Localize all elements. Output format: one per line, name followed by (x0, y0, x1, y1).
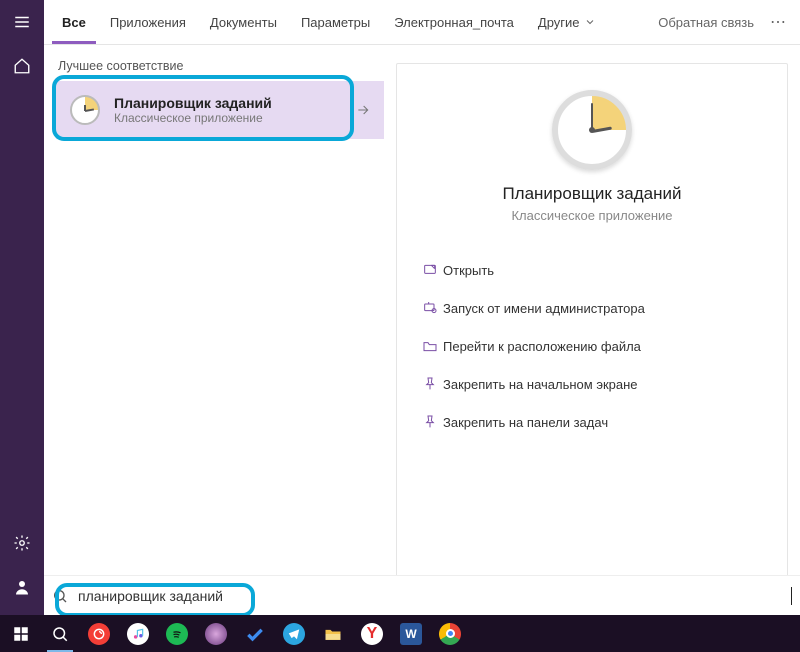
chrome-icon (439, 623, 461, 645)
yandex-icon: Y (361, 623, 383, 645)
taskbar-spotify[interactable] (158, 615, 196, 652)
text-caret (791, 587, 792, 605)
taskbar-word[interactable]: W (392, 615, 430, 652)
admin-icon (422, 300, 438, 316)
action-open[interactable]: Открыть (413, 253, 771, 287)
detail-card: Планировщик заданий Классическое приложе… (396, 63, 788, 603)
explorer-icon (322, 623, 344, 645)
start-icon (10, 623, 32, 645)
category-tabs: Все Приложения Документы Параметры Элект… (44, 0, 800, 44)
taskbar-search[interactable] (41, 615, 79, 652)
detail-title: Планировщик заданий (413, 184, 771, 204)
taskbar-chrome[interactable] (431, 615, 469, 652)
search-icon (52, 588, 68, 604)
more-menu-button[interactable]: ⋯ (764, 12, 792, 32)
action-pin-start[interactable]: Закрепить на начальном экране (413, 367, 771, 401)
profile-button[interactable] (0, 565, 44, 609)
detail-subtitle: Классическое приложение (413, 208, 771, 223)
home-icon (13, 57, 31, 75)
task-scheduler-large-icon (552, 90, 632, 170)
taskbar-telegram[interactable] (275, 615, 313, 652)
search-input[interactable]: планировщик заданий (78, 588, 793, 604)
arrow-right-icon (355, 102, 371, 118)
profile-icon (13, 578, 31, 596)
tab-apps[interactable]: Приложения (100, 0, 196, 44)
taskbar-itunes[interactable] (119, 615, 157, 652)
tab-settings[interactable]: Параметры (291, 0, 380, 44)
action-pin-start-label: Закрепить на начальном экране (443, 377, 638, 392)
action-open-location-label: Перейти к расположению файла (443, 339, 641, 354)
taskbar-yandex[interactable]: Y (353, 615, 391, 652)
search-bar[interactable]: планировщик заданий (44, 575, 800, 615)
pin-task-icon (422, 414, 438, 430)
settings-button[interactable] (0, 521, 44, 565)
tab-more-label: Другие (538, 15, 580, 30)
tab-documents[interactable]: Документы (200, 0, 287, 44)
todo-icon (244, 623, 266, 645)
open-icon (422, 262, 438, 278)
gear-icon (13, 534, 31, 552)
search-icon (49, 623, 71, 645)
taskbar-pocketcasts[interactable] (80, 615, 118, 652)
word-icon: W (400, 623, 422, 645)
chevron-down-icon (584, 16, 596, 28)
result-subtitle: Классическое приложение (114, 111, 272, 125)
action-open-location[interactable]: Перейти к расположению файла (413, 329, 771, 363)
taskbar: Y W (0, 615, 800, 652)
tab-all[interactable]: Все (52, 0, 96, 44)
start-button[interactable] (2, 615, 40, 652)
action-pin-taskbar[interactable]: Закрепить на панели задач (413, 405, 771, 439)
best-match-label: Лучшее соответствие (56, 59, 384, 81)
action-run-admin-label: Запуск от имени администратора (443, 301, 645, 316)
tab-more[interactable]: Другие (528, 0, 606, 44)
hamburger-icon (13, 13, 31, 31)
action-run-admin[interactable]: Запуск от имени администратора (413, 291, 771, 325)
generic-app-icon (205, 623, 227, 645)
tab-email[interactable]: Электронная_почта (384, 0, 524, 44)
pin-start-icon (422, 376, 438, 392)
search-panel: Все Приложения Документы Параметры Элект… (44, 0, 800, 615)
menu-button[interactable] (0, 0, 44, 44)
task-scheduler-icon (70, 95, 100, 125)
best-match-result[interactable]: Планировщик заданий Классическое приложе… (56, 81, 384, 139)
itunes-icon (127, 623, 149, 645)
taskbar-app[interactable] (197, 615, 235, 652)
feedback-link[interactable]: Обратная связь (658, 15, 754, 30)
telegram-icon (283, 623, 305, 645)
action-open-label: Открыть (443, 263, 494, 278)
folder-icon (422, 338, 438, 354)
expand-arrow[interactable] (350, 81, 376, 139)
taskbar-explorer[interactable] (314, 615, 352, 652)
result-title: Планировщик заданий (114, 95, 272, 111)
taskbar-todo[interactable] (236, 615, 274, 652)
detail-actions: Открыть Запуск от имени администратора П… (413, 253, 771, 439)
sidebar (0, 0, 44, 615)
spotify-icon (166, 623, 188, 645)
pocketcasts-icon (88, 623, 110, 645)
action-pin-taskbar-label: Закрепить на панели задач (443, 415, 608, 430)
home-button[interactable] (0, 44, 44, 88)
